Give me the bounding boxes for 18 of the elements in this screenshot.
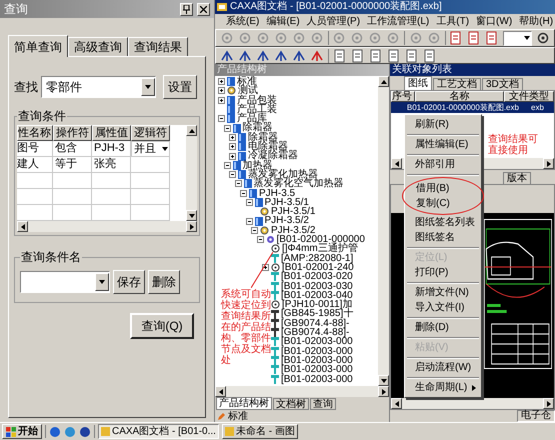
group-title: 查询条件名 bbox=[20, 249, 82, 266]
window-title: CAXA图文档 - [B01-02001-0000000装配图.exb] bbox=[230, 1, 442, 13]
table-cell-text: B01-02001-0000000装配图.exb bbox=[406, 103, 520, 112]
pane-title: 关联对象列表 bbox=[392, 65, 452, 75]
table-cell: 图号 bbox=[17, 141, 53, 157]
toolbar-label: 标准 bbox=[228, 410, 248, 422]
table-cell-text: exb bbox=[530, 103, 545, 112]
result-annotation: 查询结果可直接使用 bbox=[488, 134, 539, 156]
table-cell: 包含 bbox=[53, 141, 92, 157]
tree-annotation: 系统可自动快速定位到查询结果所在的产品结构、零部件节点及文档处 bbox=[221, 289, 272, 366]
panel-title: 查询 bbox=[4, 1, 29, 18]
table-cell: 建人 bbox=[17, 157, 53, 173]
table-cell: 张亮 bbox=[92, 157, 131, 173]
table-cell: PJH-3 bbox=[92, 141, 131, 157]
table-cell: 等于 bbox=[53, 157, 92, 173]
pane-title: 产品结构树 bbox=[217, 65, 268, 75]
group-title: 查询条件 bbox=[17, 108, 67, 125]
find-label: 查找 bbox=[14, 79, 38, 96]
